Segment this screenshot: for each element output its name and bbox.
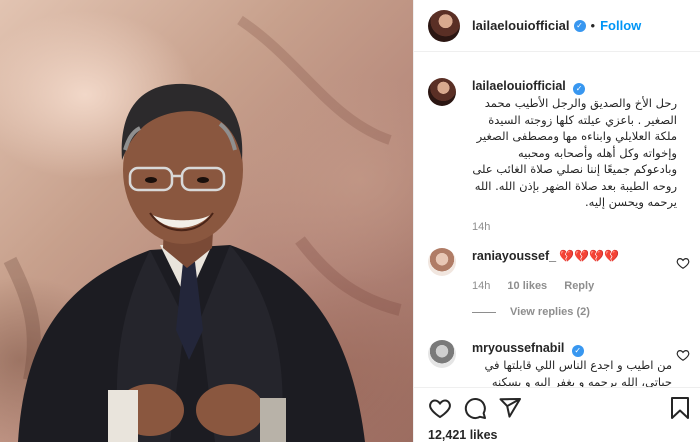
comment-icon[interactable] bbox=[463, 396, 487, 420]
view-replies-button[interactable]: View replies (2) bbox=[472, 306, 590, 318]
post-actions: 12,421 likes bbox=[414, 387, 700, 442]
caption: lailaelouiofficial ✓ رحل الأخ والصديق وا… bbox=[428, 78, 690, 248]
view-replies-label: View replies (2) bbox=[510, 306, 590, 318]
comment-heart-icon[interactable] bbox=[676, 348, 690, 362]
post-side-panel: lailaelouiofficial ✓ • Follow lailaeloui… bbox=[413, 0, 700, 442]
caption-meta: 14h bbox=[472, 219, 677, 236]
like-count[interactable]: 12,421 likes bbox=[428, 428, 498, 442]
comment-heart-icon[interactable] bbox=[676, 256, 690, 270]
comment-text: 💔💔💔💔 bbox=[559, 249, 620, 263]
caption-timestamp[interactable]: 14h bbox=[472, 221, 490, 233]
verified-badge-icon: ✓ bbox=[571, 345, 584, 357]
comment-text: من اطيب و اجدع الناس اللي قابلتها في حيا… bbox=[484, 358, 672, 387]
commenter-avatar[interactable] bbox=[428, 340, 456, 368]
post-header: lailaelouiofficial ✓ • Follow bbox=[414, 0, 700, 52]
comments-list[interactable]: lailaelouiofficial ✓ رحل الأخ والصديق وا… bbox=[414, 52, 700, 387]
verified-badge-icon: ✓ bbox=[573, 83, 586, 95]
post-photo[interactable] bbox=[0, 0, 413, 442]
heart-icon[interactable] bbox=[428, 396, 452, 420]
commenter-avatar[interactable] bbox=[428, 248, 456, 276]
author-avatar[interactable] bbox=[428, 9, 460, 42]
bookmark-icon[interactable] bbox=[668, 396, 692, 420]
comment-timestamp[interactable]: 14h bbox=[472, 280, 490, 292]
caption-username[interactable]: lailaelouiofficial bbox=[472, 79, 566, 93]
commenter-username[interactable]: raniayoussef_ bbox=[472, 249, 556, 263]
replies-line bbox=[472, 311, 496, 313]
portrait-illustration bbox=[3, 15, 402, 442]
comment-likes[interactable]: 10 likes bbox=[507, 280, 547, 292]
verified-badge-icon: ✓ bbox=[573, 19, 586, 32]
follow-button[interactable]: Follow bbox=[600, 18, 641, 33]
comment-meta: 14h 10 likes Reply bbox=[472, 278, 672, 295]
commenter-username[interactable]: mryoussefnabil bbox=[472, 341, 564, 355]
author-username[interactable]: lailaelouiofficial bbox=[472, 18, 570, 33]
comment-item: mryoussefnabil ✓ من اطيب و اجدع الناس ال… bbox=[428, 340, 690, 387]
caption-text: رحل الأخ والصديق والرجل الأطيب محمد الصغ… bbox=[472, 96, 677, 209]
caption-avatar[interactable] bbox=[428, 78, 456, 106]
separator-dot: • bbox=[590, 18, 596, 33]
share-icon[interactable] bbox=[498, 396, 522, 420]
reply-button[interactable]: Reply bbox=[564, 280, 594, 292]
